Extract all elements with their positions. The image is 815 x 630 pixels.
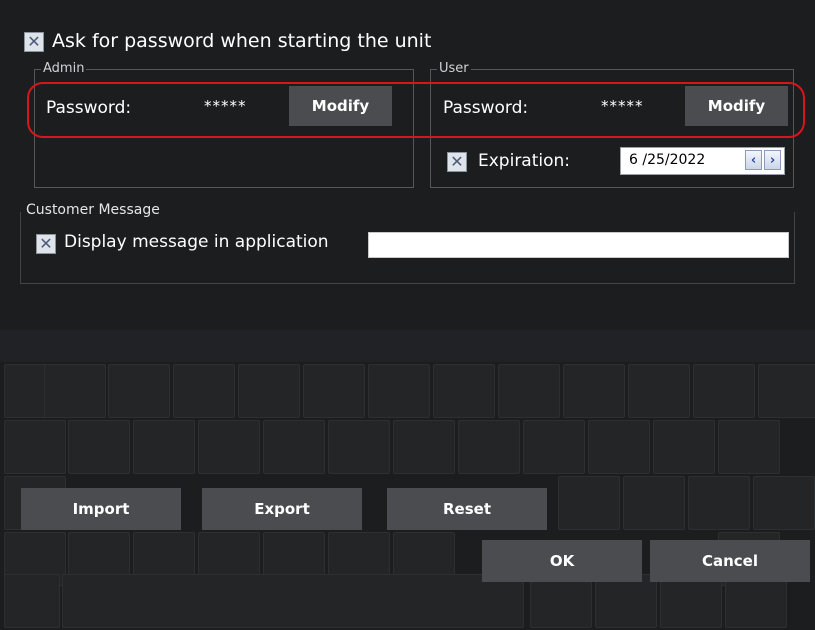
reset-button[interactable]: Reset [387,488,547,530]
chevron-left-icon[interactable]: ‹ [745,150,762,170]
ask-password-label: Ask for password when starting the unit [52,30,432,52]
expiration-checkbox[interactable]: ✕ [447,152,467,172]
export-button[interactable]: Export [202,488,362,530]
display-message-label: Display message in application [64,232,329,252]
user-legend: User [437,61,471,77]
ghost-key-row-5 [0,574,815,630]
ghost-key-row-1 [0,364,815,420]
expiration-date-value: 6 /25/2022 [629,152,706,168]
chevron-right-icon[interactable]: › [764,150,781,170]
background-band [0,330,815,362]
display-message-checkbox[interactable]: ✕ [36,234,56,254]
customer-message-input[interactable] [368,232,789,258]
ask-password-checkbox[interactable]: ✕ [24,32,44,52]
ghost-key-row-2 [0,420,815,476]
password-highlight-outline [27,82,805,138]
import-button[interactable]: Import [21,488,181,530]
cancel-button[interactable]: Cancel [650,540,810,582]
admin-legend: Admin [41,61,87,77]
expiration-label: Expiration: [478,151,571,171]
ok-button[interactable]: OK [482,540,642,582]
expiration-date-picker[interactable]: 6 /25/2022 ‹ › [620,147,785,175]
